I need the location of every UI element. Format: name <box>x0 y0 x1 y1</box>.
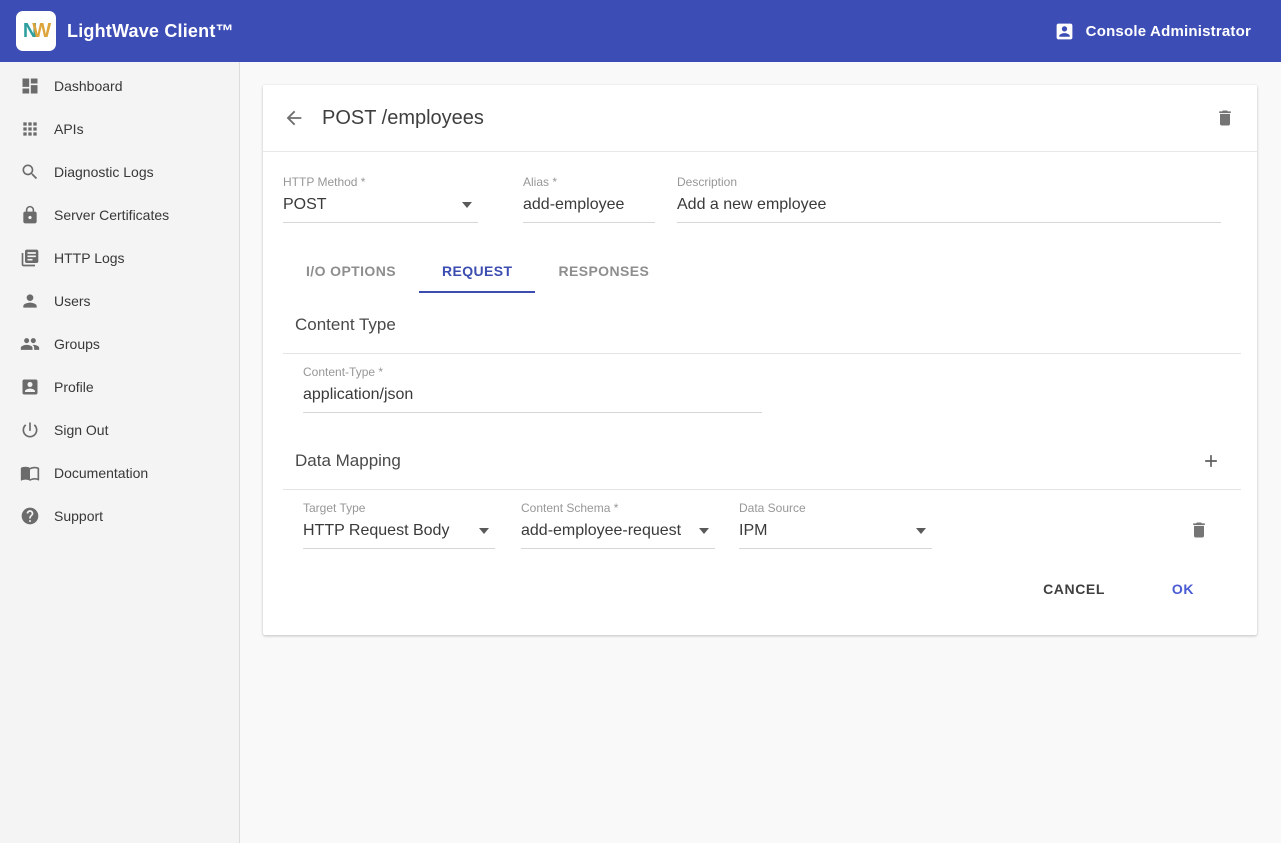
description-value: Add a new employee <box>677 194 1221 216</box>
power-icon <box>20 420 40 440</box>
endpoint-form-row: HTTP Method * POST Alias * add-employee … <box>263 152 1257 223</box>
chevron-down-icon <box>699 528 709 534</box>
sidebar-item-groups[interactable]: Groups <box>0 322 239 365</box>
sidebar-item-users[interactable]: Users <box>0 279 239 322</box>
search-icon <box>20 162 40 182</box>
user-label: Console Administrator <box>1086 23 1251 40</box>
apps-grid-icon <box>20 119 40 139</box>
account-box-icon <box>1054 21 1075 42</box>
target-type-label: Target Type <box>303 500 495 516</box>
sidebar-item-support[interactable]: Support <box>0 494 239 537</box>
add-mapping-icon[interactable] <box>1201 451 1221 471</box>
alias-field[interactable]: Alias * add-employee <box>523 174 655 223</box>
card-actions: CANCEL OK <box>263 549 1257 635</box>
delete-endpoint-icon[interactable] <box>1215 108 1235 128</box>
alias-label: Alias * <box>523 174 655 190</box>
sidebar-item-label: Server Certificates <box>54 207 169 223</box>
description-field[interactable]: Description Add a new employee <box>677 174 1221 223</box>
app-bar: NW LightWave Client™ Console Administrat… <box>0 0 1281 62</box>
account-box-icon <box>20 377 40 397</box>
data-source-select[interactable]: Data Source IPM <box>739 500 932 549</box>
section-divider <box>283 353 1241 354</box>
sidebar-item-label: Users <box>54 293 91 309</box>
cancel-button[interactable]: CANCEL <box>1035 571 1113 607</box>
sidebar-item-dashboard[interactable]: Dashboard <box>0 64 239 107</box>
http-method-value: POST <box>283 194 462 216</box>
content-type-field[interactable]: Content-Type * application/json <box>303 364 762 413</box>
page-title: POST /employees <box>322 107 484 130</box>
back-arrow-icon[interactable] <box>283 107 305 129</box>
dashboard-icon <box>20 76 40 96</box>
data-mapping-heading: Data Mapping <box>295 449 401 473</box>
lock-icon <box>20 205 40 225</box>
chevron-down-icon <box>462 202 472 208</box>
person-icon <box>20 291 40 311</box>
content-type-heading: Content Type <box>295 313 396 337</box>
content-type-value: application/json <box>303 384 762 406</box>
help-icon <box>20 506 40 526</box>
sidebar-item-label: Sign Out <box>54 422 108 438</box>
main-content: POST /employees HTTP Method * POST Alias… <box>240 62 1281 843</box>
content-type-label: Content-Type * <box>303 364 762 380</box>
target-type-value: HTTP Request Body <box>303 520 479 542</box>
people-icon <box>20 334 40 354</box>
http-method-select[interactable]: HTTP Method * POST <box>283 174 478 223</box>
tab-responses[interactable]: RESPONSES <box>535 251 672 293</box>
sidebar-item-label: HTTP Logs <box>54 250 125 266</box>
sidebar-item-label: Groups <box>54 336 100 352</box>
sidebar-item-http-logs[interactable]: HTTP Logs <box>0 236 239 279</box>
sidebar-item-documentation[interactable]: Documentation <box>0 451 239 494</box>
user-menu[interactable]: Console Administrator <box>1054 21 1251 42</box>
app-logo: NW <box>16 11 56 51</box>
sidebar-item-profile[interactable]: Profile <box>0 365 239 408</box>
alias-value: add-employee <box>523 194 655 216</box>
sidebar-item-label: APIs <box>54 121 84 137</box>
content-schema-value: add-employee-request <box>521 520 699 542</box>
chevron-down-icon <box>479 528 489 534</box>
content-schema-select[interactable]: Content Schema * add-employee-request <box>521 500 715 549</box>
target-type-select[interactable]: Target Type HTTP Request Body <box>303 500 495 549</box>
logo-letter-w: W <box>32 20 49 43</box>
book-icon <box>20 463 40 483</box>
sidebar-item-label: Dashboard <box>54 78 123 94</box>
sidebar-item-server-certificates[interactable]: Server Certificates <box>0 193 239 236</box>
description-label: Description <box>677 174 1221 190</box>
app-title: LightWave Client™ <box>67 21 234 42</box>
tab-request[interactable]: REQUEST <box>419 251 535 293</box>
data-source-label: Data Source <box>739 500 932 516</box>
card-header: POST /employees <box>263 85 1257 152</box>
tab-bar: I/O OPTIONS REQUEST RESPONSES <box>263 251 1257 293</box>
sidebar-item-label: Profile <box>54 379 94 395</box>
sidebar-item-diagnostic-logs[interactable]: Diagnostic Logs <box>0 150 239 193</box>
endpoint-card: POST /employees HTTP Method * POST Alias… <box>263 85 1257 635</box>
sidebar-item-sign-out[interactable]: Sign Out <box>0 408 239 451</box>
chevron-down-icon <box>916 528 926 534</box>
delete-mapping-icon[interactable] <box>1189 520 1209 540</box>
data-mapping-section-header: Data Mapping <box>295 449 1221 473</box>
content-schema-label: Content Schema * <box>521 500 715 516</box>
tab-io-options[interactable]: I/O OPTIONS <box>283 251 419 293</box>
http-method-label: HTTP Method * <box>283 174 478 190</box>
data-source-value: IPM <box>739 520 916 542</box>
data-mapping-row: Target Type HTTP Request Body Content Sc… <box>263 490 1257 549</box>
sidebar-item-label: Support <box>54 508 103 524</box>
sidebar-item-label: Documentation <box>54 465 148 481</box>
ok-button[interactable]: OK <box>1151 571 1215 607</box>
sidebar-item-apis[interactable]: APIs <box>0 107 239 150</box>
logs-icon <box>20 248 40 268</box>
sidebar: Dashboard APIs Diagnostic Logs Server Ce… <box>0 62 240 843</box>
content-type-section-header: Content Type <box>295 313 1221 337</box>
sidebar-item-label: Diagnostic Logs <box>54 164 154 180</box>
